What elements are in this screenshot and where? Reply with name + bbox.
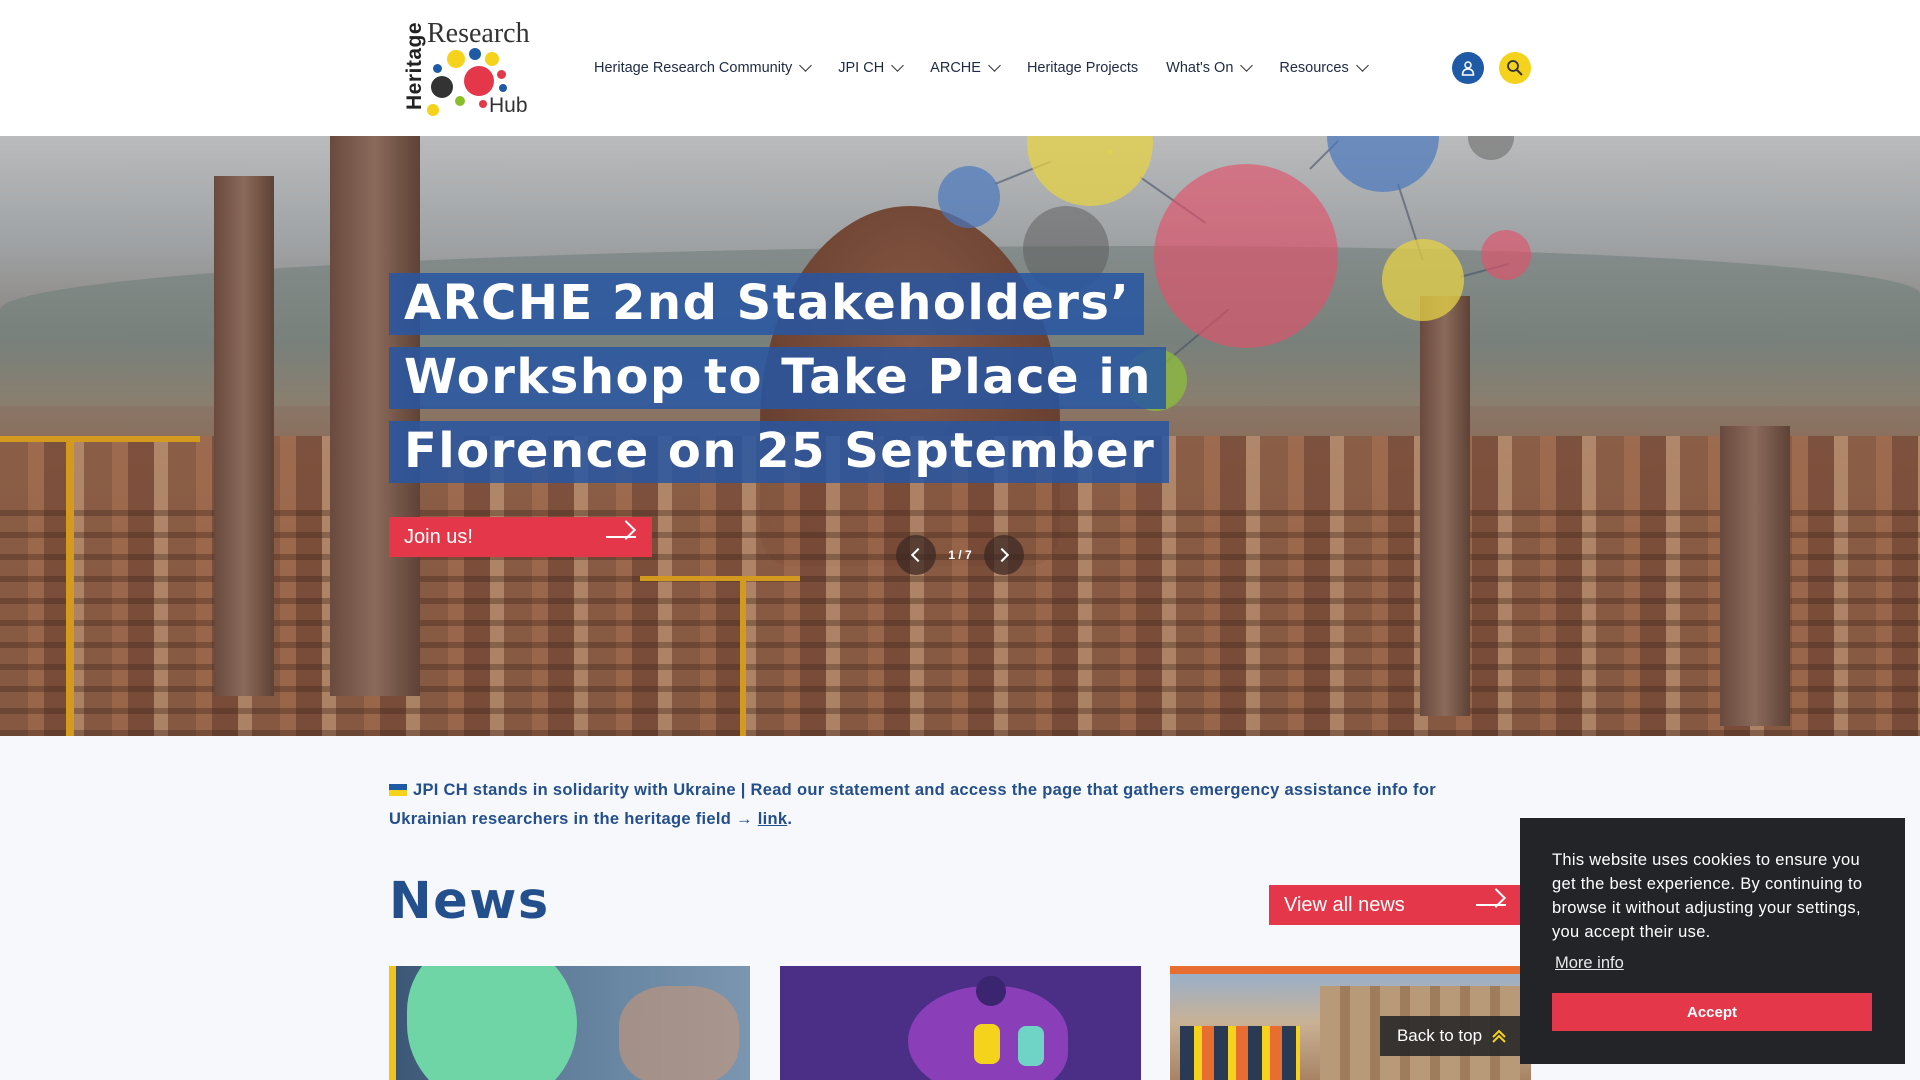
nav-item-arche[interactable]: ARCHE [930,59,1001,76]
hero-background-tower [1720,426,1790,726]
chevron-down-icon [799,59,813,72]
network-bubble [1154,164,1338,348]
network-bubble [938,166,1000,228]
news-card[interactable] [780,966,1141,1080]
logo-dot [447,50,465,68]
nav-label: ARCHE [930,60,981,76]
arrow-right-icon [1476,904,1506,906]
logo-dot [479,100,487,108]
main-nav: Heritage Research Community JPI CH ARCHE… [594,56,1395,80]
nav-label: Heritage Research Community [594,60,793,76]
hero-background-tower [1420,296,1470,716]
double-chevron-up-icon [1492,1029,1506,1043]
back-to-top-button[interactable]: Back to top [1380,1016,1525,1056]
logo-word-research: Research [427,18,530,49]
logo-dot [469,48,481,60]
logo-dot [485,52,499,66]
nav-item-whats-on[interactable]: What's On [1166,59,1254,76]
news-card[interactable] [389,966,750,1080]
user-account-button[interactable] [1452,52,1484,84]
nav-item-heritage-projects[interactable]: Heritage Projects [1027,60,1138,76]
search-button[interactable] [1499,52,1531,84]
slide-counter: 1 / 7 [948,548,972,562]
logo-dot [433,64,442,73]
hero-background-crane [0,436,200,442]
hero-background-crane [740,576,746,736]
network-bubble [1027,136,1153,206]
site-logo[interactable]: Heritage Research Hub [393,16,533,121]
nav-item-resources[interactable]: Resources [1279,59,1369,76]
hero-slider: ARCHE 2nd Stakeholders’ Workshop to Take… [0,136,1920,736]
news-card-image [407,966,577,1080]
news-section-title: News [389,872,550,931]
view-all-news-button[interactable]: View all news [1269,885,1521,925]
join-us-label: Join us! [404,525,473,548]
ukraine-notice-text: JPI CH stands in solidarity with Ukraine… [389,781,1436,828]
nav-label: JPI CH [838,60,885,76]
nav-label: What's On [1166,60,1234,76]
view-all-news-label: View all news [1284,893,1405,916]
hero-headline-line: Florence on 25 September [389,421,1170,483]
network-bubble [1108,150,1112,154]
nav-label: Heritage Projects [1026,60,1139,76]
logo-dot [499,84,507,92]
hero-headline: ARCHE 2nd Stakeholders’ Workshop to Take… [389,273,1170,495]
network-bubble [1382,239,1464,321]
chevron-down-icon [988,59,1001,72]
cookie-banner: This website uses cookies to ensure you … [1520,818,1905,1064]
cookie-message: This website uses cookies to ensure you … [1552,851,1863,941]
logo-dot [497,70,506,79]
network-bubble [1481,230,1531,280]
cookie-more-info-link[interactable]: More info [1555,954,1624,973]
news-card-image [976,976,1006,1006]
logo-dot [427,104,439,116]
ukraine-notice-end: . [787,810,793,828]
hero-headline-line: ARCHE 2nd Stakeholders’ [389,273,1145,335]
logo-dot [455,96,465,106]
logo-dot [464,66,494,96]
nav-item-jpi-ch[interactable]: JPI CH [838,59,905,76]
network-bubble [1468,136,1514,160]
chevron-down-icon [891,59,905,72]
ukraine-notice: JPI CH stands in solidarity with Ukraine… [389,776,1499,834]
user-icon [1461,61,1475,76]
site-header: Heritage Research Hub Heritage Research … [0,0,1920,136]
news-card-image [1180,1026,1300,1080]
chevron-left-icon [910,547,926,563]
hero-background-tower [214,176,274,696]
hero-background-crane [66,436,74,736]
chevron-down-icon [1240,59,1254,72]
back-to-top-label: Back to top [1396,1026,1483,1045]
network-bubble [1327,136,1439,192]
search-icon [1507,60,1523,76]
hero-headline-line: Workshop to Take Place in [389,347,1166,409]
nav-item-heritage-research-community[interactable]: Heritage Research Community [594,59,813,76]
ukraine-notice-link[interactable]: link [758,810,788,828]
hero-background-crane [640,576,800,581]
hero-background-rooftops [0,496,1920,736]
logo-word-hub: Hub [489,94,528,117]
news-card-image [1018,1026,1044,1066]
slider-controls: 1 / 7 [896,535,1024,575]
join-us-button[interactable]: Join us! [389,517,652,557]
ukraine-flag-icon [389,784,407,796]
arrow-right-icon [606,536,636,538]
slider-next-button[interactable] [984,535,1024,575]
news-card-image [619,986,739,1080]
logo-dot [431,76,453,98]
nav-label: Resources [1279,60,1349,76]
chevron-down-icon [1355,59,1369,72]
cookie-accept-button[interactable]: Accept [1552,993,1872,1031]
logo-word-heritage: Heritage [403,21,427,111]
slider-prev-button[interactable] [896,535,936,575]
chevron-right-icon [994,547,1010,563]
news-card-image [974,1024,1000,1064]
